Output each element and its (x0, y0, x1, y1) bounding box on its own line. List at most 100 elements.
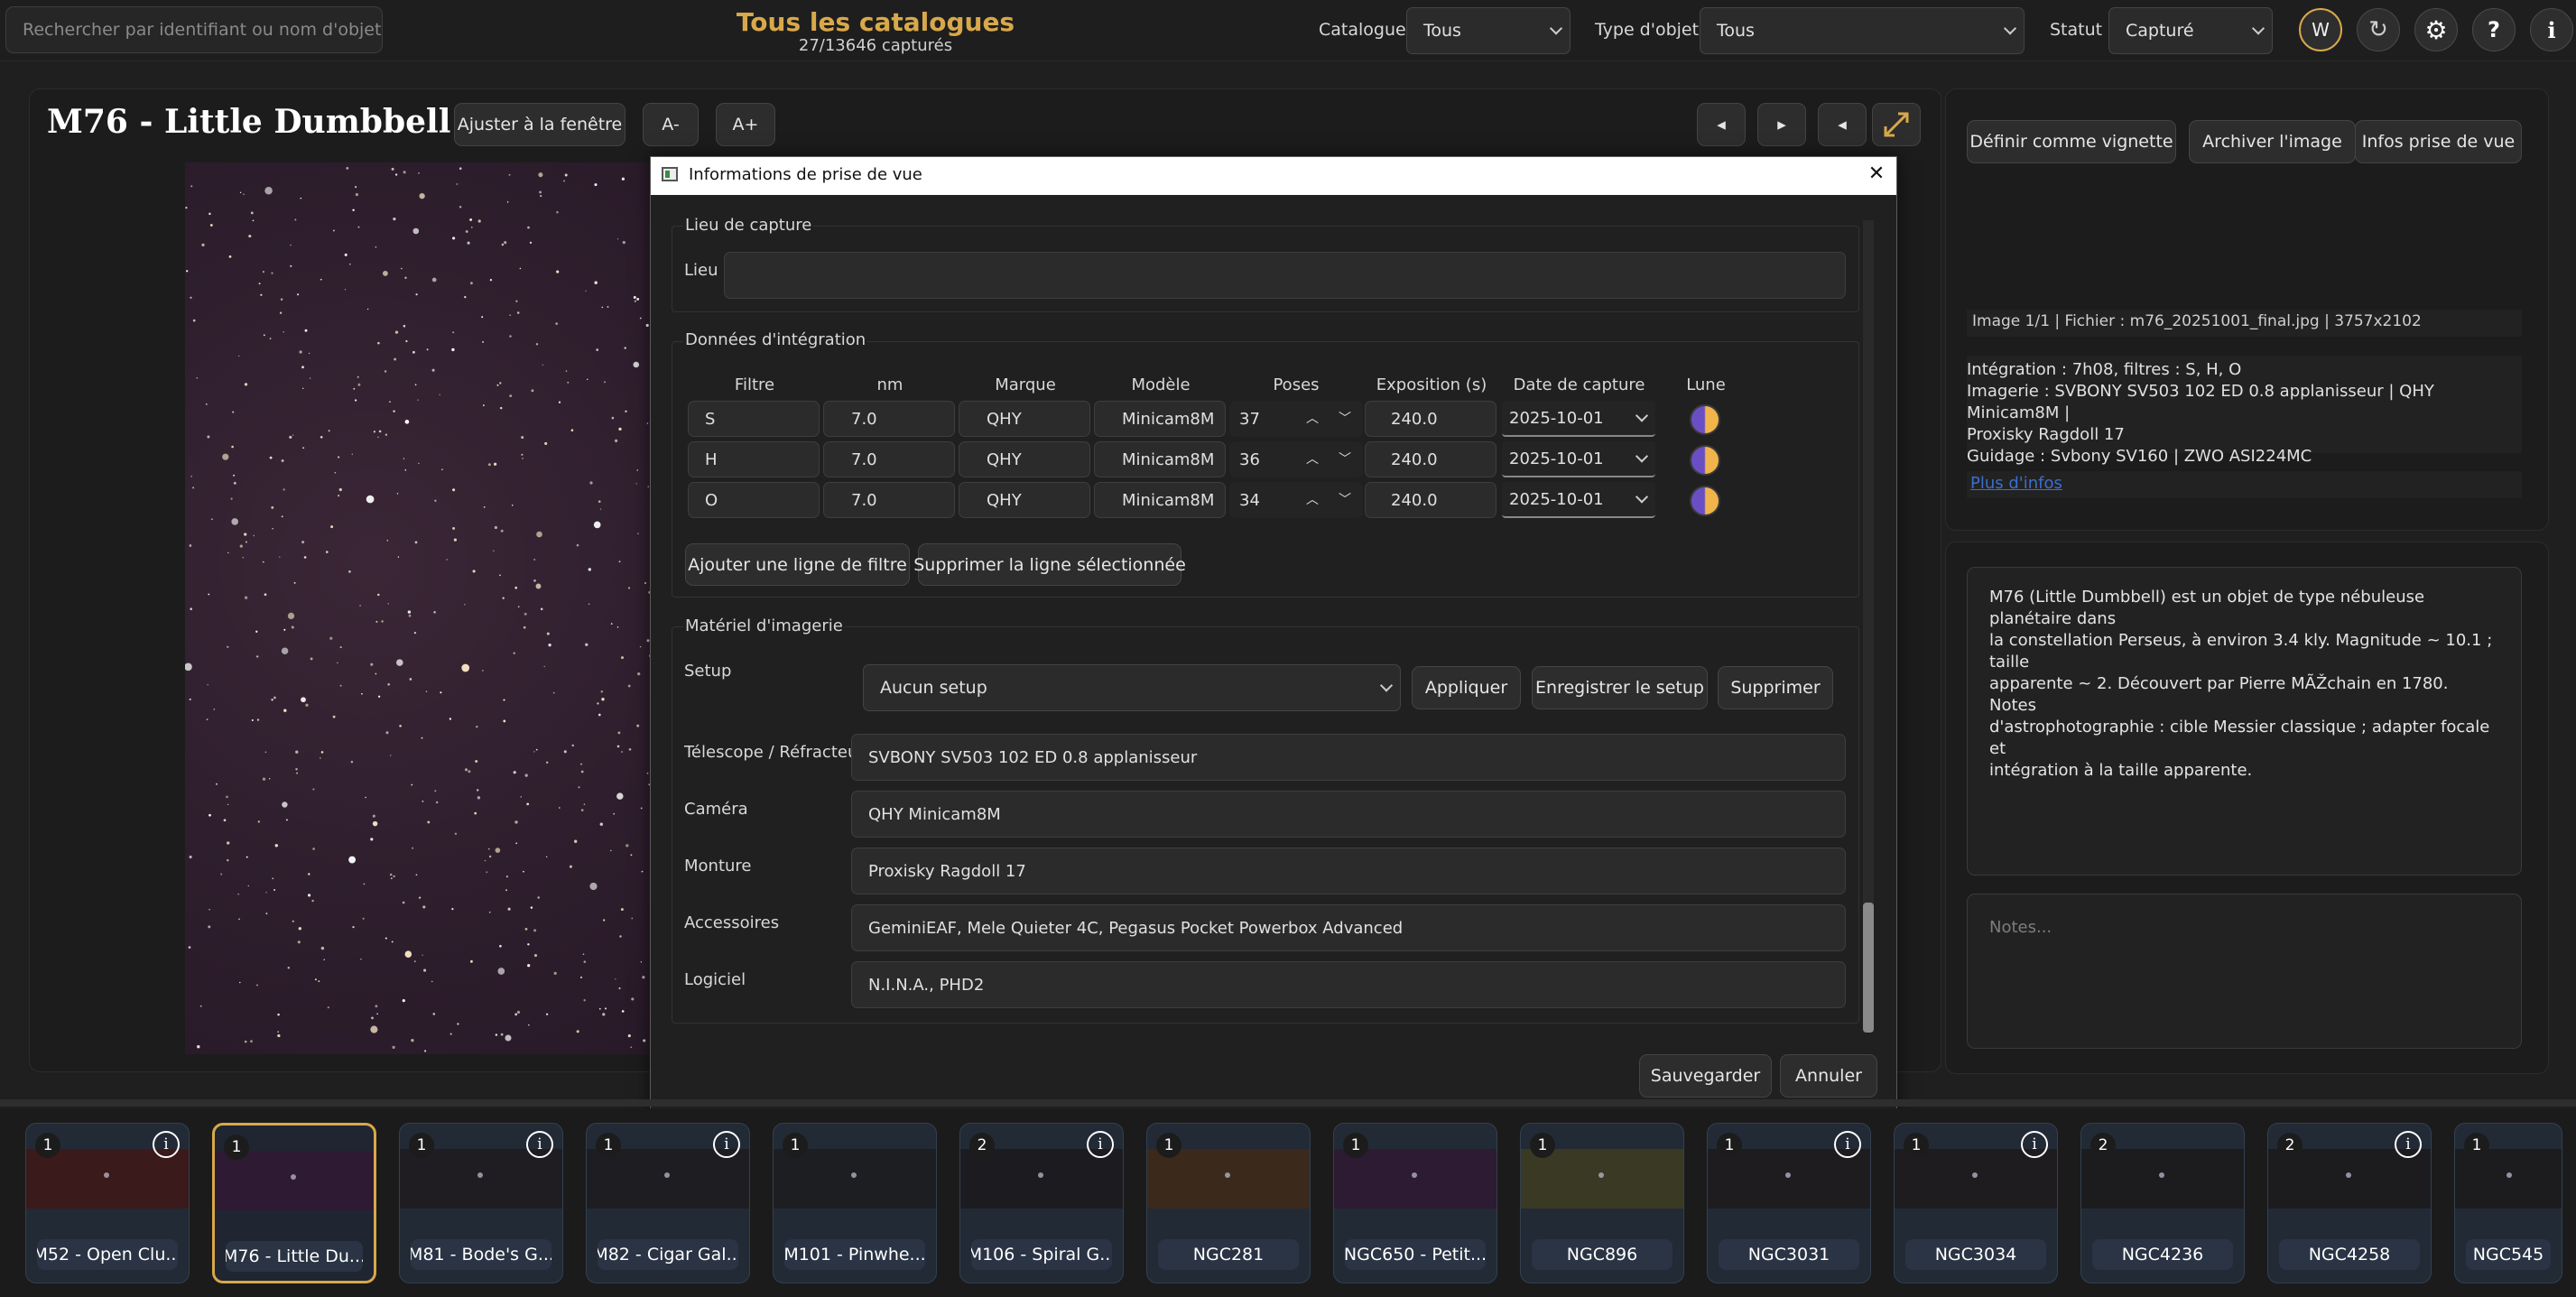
zoom-out-button[interactable]: A- (643, 103, 699, 146)
filter-row-brand-cell[interactable]: QHY (959, 401, 1090, 437)
save-button[interactable]: Sauvegarder (1639, 1054, 1772, 1098)
filter-row-nm-cell[interactable]: 7.0 (823, 441, 955, 477)
thumbnail-card[interactable]: 2 i M106 - Spiral G... (959, 1123, 1124, 1283)
chevron-down-icon[interactable]: ﹀ (1339, 490, 1351, 508)
refresh-icon[interactable]: ↻ (2357, 8, 2400, 51)
filter-row-nm-cell[interactable]: 7.0 (823, 482, 955, 518)
chevron-down-icon (1549, 22, 1563, 35)
thumbnail-card[interactable]: 2 NGC4236 (2080, 1123, 2245, 1283)
thumbnail-card[interactable]: 1 i NGC3031 (1707, 1123, 1871, 1283)
filter-row-nm-cell[interactable]: 7.0 (823, 401, 955, 437)
chevron-down-icon[interactable]: ﹀ (1339, 409, 1351, 427)
filter-row-brand-cell[interactable]: QHY (959, 441, 1090, 477)
apply-setup-button[interactable]: Appliquer (1412, 666, 1521, 709)
archive-image-button[interactable]: Archiver l'image (2189, 120, 2356, 163)
thumbnail-card[interactable]: 1 i M52 - Open Clu... (25, 1123, 190, 1283)
filter-row-model-cell[interactable]: Minicam8M (1094, 482, 1226, 518)
chevron-down-icon[interactable]: ﹀ (1339, 449, 1351, 468)
thumbnail-card[interactable]: 1 i M81 - Bode's G... (399, 1123, 563, 1283)
collapse-panel-button[interactable]: ◂ (1818, 103, 1867, 146)
location-input[interactable] (724, 252, 1846, 299)
star (640, 961, 643, 963)
info-icon[interactable]: i (153, 1131, 180, 1158)
save-setup-button[interactable]: Enregistrer le setup (1532, 666, 1708, 709)
camera-input[interactable]: QHY Minicam8M (851, 791, 1846, 838)
info-icon[interactable]: i (1834, 1131, 1861, 1158)
thumbnail-card[interactable]: 1 NGC545 (2454, 1123, 2562, 1283)
delete-setup-button[interactable]: Supprimer (1718, 666, 1833, 709)
thumbnail-card[interactable]: 1 i NGC3034 (1894, 1123, 2058, 1283)
filter-row-filter-cell[interactable]: O (688, 482, 820, 518)
info-icon[interactable]: i (1087, 1131, 1114, 1158)
moon-phase-icon (1690, 486, 1720, 516)
star (227, 858, 229, 862)
filter-row-brand-cell[interactable]: QHY (959, 482, 1090, 518)
chevron-up-icon[interactable]: ︿ (1306, 409, 1319, 427)
filter-row-model-cell[interactable]: Minicam8M (1094, 441, 1226, 477)
delete-filter-row-button[interactable]: Supprimer la ligne sélectionnée (913, 543, 1186, 586)
next-image-button[interactable]: ▸ (1757, 103, 1806, 146)
dialog-scrollbar-thumb[interactable] (1863, 903, 1874, 1033)
search-input[interactable]: Rechercher par identifiant ou nom d'obje… (5, 6, 383, 53)
poses-spinbox[interactable]: 36 ︿ ﹀ (1229, 441, 1363, 477)
capture-date-picker[interactable]: 2025-10-01 (1502, 441, 1655, 477)
setup-select[interactable]: Aucun setup (863, 664, 1401, 711)
cancel-button[interactable]: Annuler (1780, 1054, 1877, 1098)
poses-spinbox[interactable]: 37 ︿ ﹀ (1229, 401, 1363, 437)
astro-image[interactable] (185, 162, 654, 1054)
chevron-up-icon[interactable]: ︿ (1306, 449, 1319, 468)
exposure-cell[interactable]: 240.0 (1365, 401, 1496, 437)
filter-row-filter-cell[interactable]: S (688, 401, 820, 437)
capture-date-picker[interactable]: 2025-10-01 (1502, 482, 1655, 518)
thumbnail-card[interactable]: 1 NGC896 (1520, 1123, 1684, 1283)
info-icon[interactable]: i (2021, 1131, 2048, 1158)
more-info-link[interactable]: Plus d'infos (1967, 471, 2522, 498)
object-type-select[interactable]: Tous (1700, 7, 2025, 54)
accessories-input[interactable]: GeminiEAF, Mele Quieter 4C, Pegasus Pock… (851, 904, 1846, 951)
catalog-select[interactable]: Tous (1406, 7, 1571, 54)
prev-image-button[interactable]: ◂ (1697, 103, 1746, 146)
filter-row-filter-cell[interactable]: H (688, 441, 820, 477)
capture-date-picker[interactable]: 2025-10-01 (1502, 401, 1655, 437)
exposure-cell[interactable]: 240.0 (1365, 482, 1496, 518)
zoom-in-button[interactable]: A+ (716, 103, 775, 146)
fullscreen-button[interactable] (1872, 103, 1921, 146)
star (190, 185, 193, 188)
thumbnail-card[interactable]: 2 i NGC4258 (2267, 1123, 2432, 1283)
star (563, 750, 567, 754)
capture-info-button[interactable]: Infos prise de vue (2355, 120, 2522, 163)
thumbnail-card[interactable]: 1 i M82 - Cigar Gal... (586, 1123, 750, 1283)
thumbnail-card[interactable]: 1 NGC650 - Petit... (1333, 1123, 1497, 1283)
info-icon[interactable]: i (713, 1131, 740, 1158)
thumbnail-card[interactable]: 1 M76 - Little Du... (212, 1123, 376, 1283)
fit-window-button[interactable]: Ajuster à la fenêtre (454, 103, 625, 146)
star (527, 964, 531, 968)
thumbnail-card[interactable]: 1 NGC281 (1146, 1123, 1311, 1283)
star (461, 663, 470, 672)
settings-icon[interactable]: ⚙ (2414, 8, 2458, 51)
notes-textarea[interactable]: Notes... (1967, 894, 2522, 1049)
software-input[interactable]: N.I.N.A., PHD2 (851, 961, 1846, 1008)
filter-row-model-cell[interactable]: Minicam8M (1094, 401, 1226, 437)
col-exposure: Exposition (s) (1376, 375, 1487, 394)
thumbnail-label: M82 - Cigar Gal... (598, 1239, 738, 1270)
info-icon[interactable]: i (2530, 8, 2573, 51)
add-filter-row-button[interactable]: Ajouter une ligne de filtre (685, 543, 910, 586)
user-avatar[interactable]: W (2299, 8, 2342, 51)
star (228, 255, 232, 258)
status-select[interactable]: Capturé (2108, 7, 2273, 54)
mount-input[interactable]: Proxisky Ragdoll 17 (851, 848, 1846, 894)
exposure-cell[interactable]: 240.0 (1365, 441, 1496, 477)
help-icon[interactable]: ? (2472, 8, 2516, 51)
info-icon[interactable]: i (2395, 1131, 2422, 1158)
thumbnail-card[interactable]: 1 M101 - Pinwhe... (773, 1123, 937, 1283)
star (277, 1031, 280, 1033)
info-icon[interactable]: i (526, 1131, 553, 1158)
set-thumbnail-button[interactable]: Définir comme vignette (1967, 120, 2176, 163)
telescope-input[interactable]: SVBONY SV503 102 ED 0.8 applanisseur (851, 734, 1846, 781)
star (338, 495, 340, 497)
close-icon[interactable]: ✕ (1863, 161, 1890, 188)
chevron-up-icon[interactable]: ︿ (1306, 490, 1319, 508)
poses-spinbox[interactable]: 34 ︿ ﹀ (1229, 482, 1363, 518)
star (598, 713, 601, 717)
